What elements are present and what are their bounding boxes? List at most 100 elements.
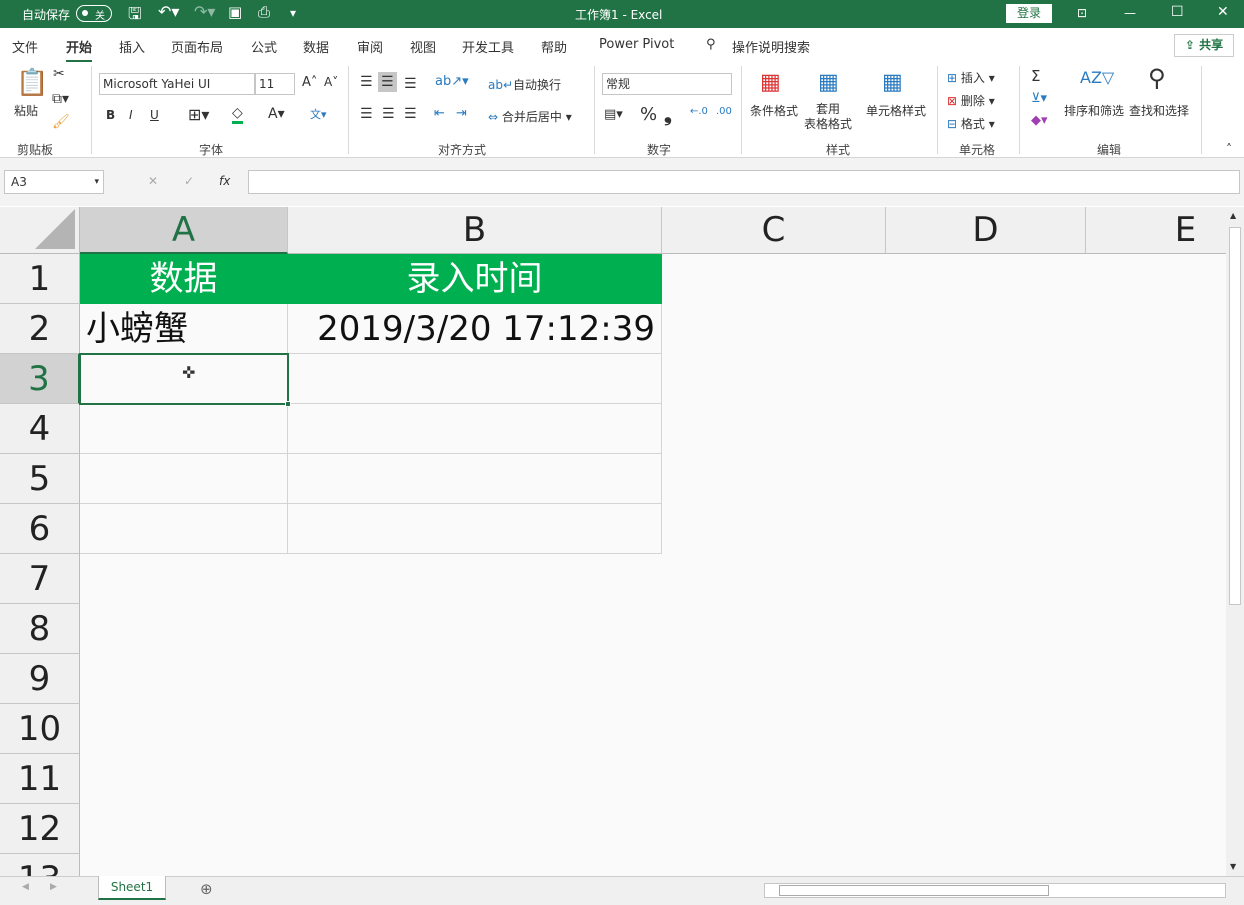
align-middle-icon[interactable]: ☰ (378, 72, 397, 92)
column-header-b[interactable]: B (288, 207, 662, 254)
cut-icon[interactable]: ✂ (53, 66, 65, 82)
merge-center-button[interactable]: ⇔ 合并后居中 ▾ (488, 108, 572, 125)
row-header-5[interactable]: 5 (0, 454, 80, 504)
tab-formulas[interactable]: 公式 (251, 37, 277, 56)
vertical-scrollbar[interactable]: ▲ ▼ (1226, 207, 1244, 876)
row-header-11[interactable]: 11 (0, 754, 80, 804)
clear-icon[interactable]: ◆▾ (1031, 113, 1048, 128)
font-color-icon[interactable]: A▾ (268, 106, 285, 122)
comma-button[interactable]: ❟ (664, 102, 672, 126)
fill-color-icon[interactable]: ◇ (232, 105, 243, 124)
form-icon[interactable]: ▣ (228, 3, 242, 21)
save-icon[interactable]: 🖫 (128, 3, 142, 30)
format-as-table-button[interactable]: 套用 表格格式 (804, 102, 852, 132)
column-header-c[interactable]: C (662, 207, 886, 254)
align-bottom-icon[interactable]: ☰ (404, 76, 417, 92)
conditional-format-button[interactable]: 条件格式 (750, 102, 798, 119)
sort-filter-button[interactable]: 排序和筛选 (1064, 102, 1124, 119)
prev-sheet-icon[interactable]: ◀ (22, 882, 29, 892)
align-top-icon[interactable]: ☰ (360, 74, 373, 90)
tab-page-layout[interactable]: 页面布局 (171, 37, 223, 56)
increase-indent-icon[interactable]: ⇥ (456, 106, 467, 121)
delete-cells-button[interactable]: ⊠ 删除 ▾ (947, 92, 995, 109)
formula-input[interactable] (248, 170, 1240, 194)
tab-power-pivot[interactable]: Power Pivot (599, 37, 674, 52)
cell-styles-button[interactable]: 单元格样式 (866, 102, 926, 119)
fill-icon[interactable]: ⊻▾ (1031, 91, 1047, 106)
border-icon[interactable]: ⊞▾ (188, 105, 209, 124)
tab-developer[interactable]: 开发工具 (462, 37, 514, 56)
format-painter-icon[interactable]: 🖌 (52, 114, 70, 130)
row-header-8[interactable]: 8 (0, 604, 80, 654)
tab-home[interactable]: 开始 (66, 37, 93, 63)
row-header-9[interactable]: 9 (0, 654, 80, 704)
cell-a6[interactable] (80, 504, 288, 554)
share-button[interactable]: ⇪ 共享 (1174, 34, 1234, 57)
row-header-7[interactable]: 7 (0, 554, 80, 604)
name-box[interactable]: A3 ▾ (4, 170, 104, 194)
cell-b2[interactable]: 2019/3/20 17:12:39 (288, 304, 662, 354)
row-header-6[interactable]: 6 (0, 504, 80, 554)
horizontal-scrollbar[interactable] (764, 883, 1226, 898)
find-select-button[interactable]: 查找和选择 (1129, 102, 1189, 119)
row-header-2[interactable]: 2 (0, 304, 80, 354)
autosum-button[interactable]: Σ (1031, 67, 1040, 85)
cell-a5[interactable] (80, 454, 288, 504)
wrap-text-button[interactable]: ab↵自动换行 (488, 76, 561, 93)
search-icon[interactable]: ⚲ (706, 37, 716, 52)
align-center-icon[interactable]: ☰ (382, 106, 395, 122)
cell-b3[interactable] (288, 354, 662, 404)
ribbon-display-icon[interactable]: ⊡ (1077, 6, 1087, 20)
phonetic-icon[interactable]: 文▾ (310, 106, 327, 122)
cell-b6[interactable] (288, 504, 662, 554)
next-sheet-icon[interactable]: ▶ (50, 882, 57, 892)
tab-view[interactable]: 视图 (410, 37, 436, 56)
row-header-12[interactable]: 12 (0, 804, 80, 854)
cell-b1[interactable]: 录入时间 (288, 254, 662, 304)
percent-button[interactable]: % (640, 104, 657, 125)
close-button[interactable]: ✕ (1217, 4, 1229, 20)
tab-review[interactable]: 审阅 (357, 37, 383, 56)
tell-me-search[interactable]: 操作说明搜索 (732, 37, 810, 56)
format-cells-button[interactable]: ⊟ 格式 ▾ (947, 115, 995, 132)
row-header-13[interactable]: 13 (0, 854, 80, 876)
accounting-icon[interactable]: ▤▾ (604, 107, 623, 122)
sheet-tab-sheet1[interactable]: Sheet1 (98, 876, 166, 900)
vertical-scroll-thumb[interactable] (1229, 227, 1241, 605)
tab-data[interactable]: 数据 (303, 37, 329, 56)
decrease-indent-icon[interactable]: ⇤ (434, 106, 445, 121)
orientation-icon[interactable]: ab↗▾ (435, 74, 469, 89)
customize-qat-icon[interactable]: ▾ (290, 6, 296, 20)
align-left-icon[interactable]: ☰ (360, 106, 373, 122)
select-all-button[interactable] (0, 207, 80, 254)
cell-a1[interactable]: 数据 (80, 254, 288, 304)
column-header-d[interactable]: D (886, 207, 1086, 254)
insert-cells-button[interactable]: ⊞ 插入 ▾ (947, 69, 995, 86)
font-size-select[interactable]: 11 (255, 73, 295, 95)
row-header-1[interactable]: 1 (0, 254, 80, 304)
increase-decimal-icon[interactable]: ←.0 (690, 106, 708, 117)
tab-file[interactable]: 文件 (12, 37, 38, 56)
paste-button[interactable]: 粘贴 (14, 102, 38, 119)
column-header-e[interactable]: E (1086, 207, 1226, 254)
column-header-a[interactable]: A (80, 207, 288, 254)
increase-font-icon[interactable]: A˄ (302, 75, 317, 90)
insert-function-button[interactable]: fx (219, 174, 230, 188)
scroll-down-icon[interactable]: ▼ (1230, 862, 1236, 871)
number-format-select[interactable]: 常规 (602, 73, 732, 95)
minimize-button[interactable]: — (1124, 6, 1136, 20)
copy-icon[interactable]: ⧉▾ (52, 91, 69, 107)
undo-icon[interactable]: ↶▾ (158, 2, 179, 21)
scroll-up-icon[interactable]: ▲ (1230, 211, 1236, 220)
print-preview-icon[interactable]: ⎙ (258, 3, 270, 21)
cell-a2[interactable]: 小螃蟹 (80, 304, 288, 354)
autosave-toggle[interactable]: 关 (76, 5, 112, 22)
tab-insert[interactable]: 插入 (119, 37, 145, 56)
bold-button[interactable]: B (106, 108, 115, 122)
redo-icon[interactable]: ↷▾ (194, 2, 215, 21)
collapse-ribbon-icon[interactable]: ˄ (1226, 142, 1232, 156)
worksheet-grid[interactable]: A B C D E 12345678910111213 数据 录入时间 小螃蟹 … (0, 207, 1226, 876)
horizontal-scroll-thumb[interactable] (779, 885, 1049, 896)
add-sheet-icon[interactable]: ⊕ (200, 880, 213, 898)
decrease-font-icon[interactable]: A˅ (324, 75, 338, 89)
